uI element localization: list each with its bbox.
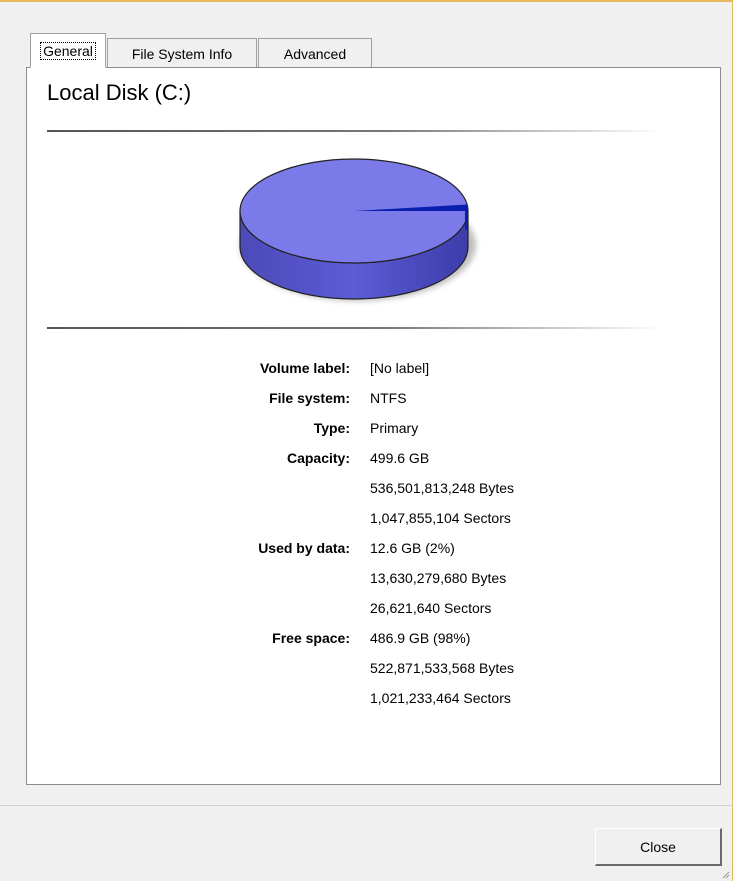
info-row-type: Type: Primary [27,418,722,448]
file-system-value: NTFS [370,390,407,406]
separator-bottom [47,327,662,329]
tab-advanced-label: Advanced [283,45,347,62]
info-row-file-system: File system: NTFS [27,388,722,418]
page-title: Local Disk (C:) [47,80,192,105]
resize-grip-icon[interactable] [720,869,730,879]
info-row-capacity-sectors: 1,047,855,104 Sectors [27,508,722,538]
pie-slice-used-side [465,209,468,231]
used-by-data-label: Used by data: [258,540,350,556]
capacity-label: Capacity: [286,450,350,466]
properties-window: General File System Info Advanced Local … [0,0,733,881]
free-sectors-value: 1,021,233,464 Sectors [370,690,511,706]
type-value: Primary [370,420,419,436]
tab-strip: General File System Info Advanced [30,32,373,68]
free-space-label: Free space: [272,630,350,646]
type-label: Type: [313,420,350,436]
tab-general-label: General [40,41,96,60]
footer-divider [0,805,733,806]
separator-top [47,130,662,132]
info-row-volume-label: Volume label: [No label] [27,358,722,388]
tab-file-system-info[interactable]: File System Info [107,38,257,68]
volume-label-value: [No label] [370,360,430,376]
info-row-free: Free space: 486.9 GB (98%) [27,628,722,658]
used-sectors-value: 26,621,640 Sectors [370,600,492,616]
info-row-capacity: Capacity: 499.6 GB [27,448,722,478]
close-button[interactable]: Close [595,828,722,866]
capacity-value: 499.6 GB [370,450,430,466]
info-row-used-sectors: 26,621,640 Sectors [27,598,722,628]
disk-usage-pie-chart [239,158,476,301]
used-bytes-value: 13,630,279,680 Bytes [370,570,507,586]
tab-advanced[interactable]: Advanced [258,38,372,68]
file-system-label: File system: [269,390,350,406]
free-space-value: 486.9 GB (98%) [370,630,471,646]
info-row-used: Used by data: 12.6 GB (2%) [27,538,722,568]
used-by-data-value: 12.6 GB (2%) [370,540,455,556]
free-bytes-value: 522,871,533,568 Bytes [370,660,515,676]
info-row-free-bytes: 522,871,533,568 Bytes [27,658,722,688]
info-row-free-sectors: 1,021,233,464 Sectors [27,688,722,718]
general-panel: Local Disk (C:) Volume label: [No label]… [26,67,721,785]
tab-general[interactable]: General [30,33,106,68]
info-row-used-bytes: 13,630,279,680 Bytes [27,568,722,598]
capacity-bytes-value: 536,501,813,248 Bytes [370,480,515,496]
disk-info-list: Volume label: [No label] File system: NT… [27,358,722,718]
tab-file-system-info-label: File System Info [131,45,233,62]
capacity-sectors-value: 1,047,855,104 Sectors [370,510,511,526]
volume-label-label: Volume label: [260,360,350,376]
info-row-capacity-bytes: 536,501,813,248 Bytes [27,478,722,508]
